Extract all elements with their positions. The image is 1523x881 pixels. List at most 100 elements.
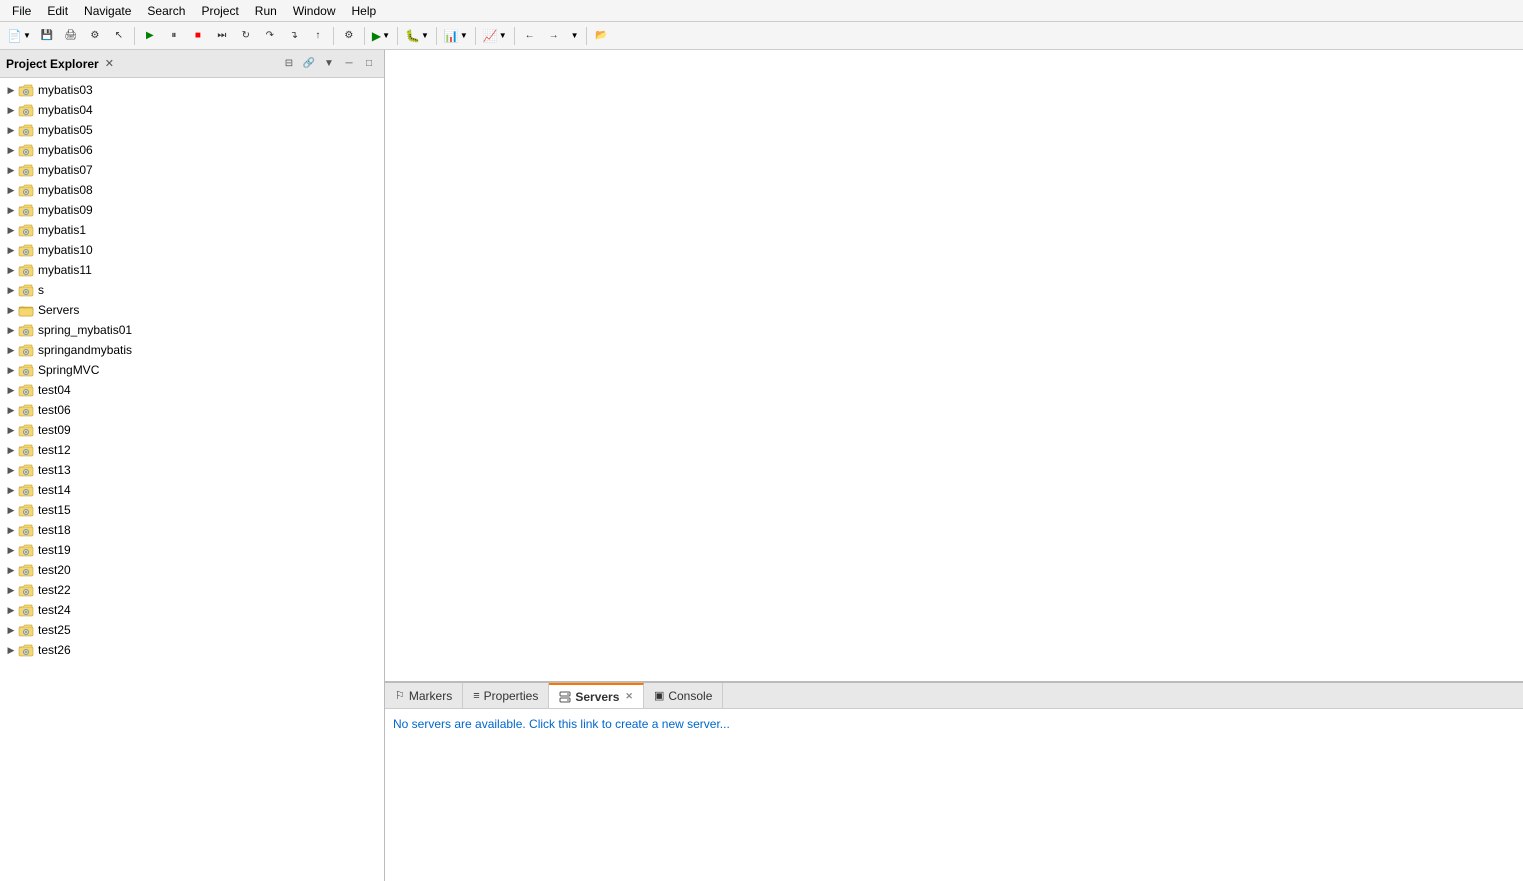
tree-item-test04[interactable]: ▶ test04 xyxy=(0,380,384,400)
tree-item-test18[interactable]: ▶ test18 xyxy=(0,520,384,540)
tree-item-test20[interactable]: ▶ test20 xyxy=(0,560,384,580)
tree-item-label: test14 xyxy=(38,483,71,497)
tree-item-test14[interactable]: ▶ test14 xyxy=(0,480,384,500)
panel-close-button[interactable]: ✕ xyxy=(105,57,114,70)
tree-item-test13[interactable]: ▶ test13 xyxy=(0,460,384,480)
collapse-all-button[interactable]: ⊟ xyxy=(280,55,298,73)
tree-item-test06[interactable]: ▶ test06 xyxy=(0,400,384,420)
menu-edit[interactable]: Edit xyxy=(39,2,76,20)
step-into-button[interactable]: ↴ xyxy=(283,25,305,47)
cursor-tool-button[interactable]: ↖ xyxy=(108,25,130,47)
menu-window[interactable]: Window xyxy=(285,2,344,20)
servers-tab-close-button[interactable]: ✕ xyxy=(625,691,633,702)
tree-item-springandmybatis[interactable]: ▶ springandmybatis xyxy=(0,340,384,360)
tab-markers[interactable]: ⚐Markers xyxy=(385,683,463,708)
back-button[interactable]: ← xyxy=(519,25,541,47)
run-button[interactable]: ▶ xyxy=(139,25,161,47)
menu-project[interactable]: Project xyxy=(193,2,246,20)
tree-item-label: mybatis1 xyxy=(38,223,86,237)
run-config-button[interactable]: ▶ ▼ xyxy=(369,25,393,47)
tree-item-label: test19 xyxy=(38,543,71,557)
tree-item-label: Servers xyxy=(38,303,79,317)
project-icon xyxy=(18,202,34,218)
properties-button[interactable]: ⚙ xyxy=(84,25,106,47)
tab-properties[interactable]: ≡Properties xyxy=(463,683,549,708)
tree-item-mybatis03[interactable]: ▶ mybatis03 xyxy=(0,80,384,100)
project-explorer-panel: Project Explorer ✕ ⊟ 🔗 ▼ ─ □ ▶ mybatis03… xyxy=(0,50,385,881)
expand-arrow-icon: ▶ xyxy=(4,503,18,517)
tree-item-s[interactable]: ▶ s xyxy=(0,280,384,300)
profile-button[interactable]: 📈 ▼ xyxy=(480,25,510,47)
tree-item-test12[interactable]: ▶ test12 xyxy=(0,440,384,460)
pause-button[interactable]: ⏸ xyxy=(163,25,185,47)
console-tab-icon: ▣ xyxy=(654,689,664,702)
tree-item-test15[interactable]: ▶ test15 xyxy=(0,500,384,520)
tree-item-label: test13 xyxy=(38,463,71,477)
tree-item-mybatis1[interactable]: ▶ mybatis1 xyxy=(0,220,384,240)
minimize-button[interactable]: ─ xyxy=(340,55,358,73)
coverage-button[interactable]: 📊 ▼ xyxy=(441,25,471,47)
resume-button[interactable]: ↻ xyxy=(235,25,257,47)
menu-file[interactable]: File xyxy=(4,2,39,20)
tree-item-label: test06 xyxy=(38,403,71,417)
panel-title: Project Explorer xyxy=(6,57,99,71)
debug-config-button[interactable]: 🐛 ▼ xyxy=(402,25,432,47)
tree-item-mybatis07[interactable]: ▶ mybatis07 xyxy=(0,160,384,180)
expand-arrow-icon: ▶ xyxy=(4,463,18,477)
external-tools-button[interactable]: ⚙ xyxy=(338,25,360,47)
forward-button[interactable]: → xyxy=(543,25,565,47)
expand-arrow-icon: ▶ xyxy=(4,103,18,117)
maximize-button[interactable]: □ xyxy=(360,55,378,73)
profile-icon: 📈 xyxy=(483,29,498,43)
toolbar-separator-5 xyxy=(436,27,437,45)
menu-navigate[interactable]: Navigate xyxy=(76,2,139,20)
tree-item-servers-folder[interactable]: ▶ Servers xyxy=(0,300,384,320)
tab-servers[interactable]: Servers✕ xyxy=(549,683,644,708)
stop-button[interactable]: ■ xyxy=(187,25,209,47)
new-button[interactable]: 📄 ▼ xyxy=(4,25,34,47)
expand-arrow-icon: ▶ xyxy=(4,643,18,657)
nav-history-button[interactable]: ▼ xyxy=(567,25,582,47)
project-icon xyxy=(18,622,34,638)
step-return-button[interactable]: ↑ xyxy=(307,25,329,47)
project-icon xyxy=(18,122,34,138)
menu-help[interactable]: Help xyxy=(344,2,385,20)
create-server-link[interactable]: No servers are available. Click this lin… xyxy=(393,717,730,731)
skip-button[interactable]: ⏭ xyxy=(211,25,233,47)
tree-item-mybatis06[interactable]: ▶ mybatis06 xyxy=(0,140,384,160)
tree-item-label: mybatis04 xyxy=(38,103,93,117)
expand-arrow-icon: ▶ xyxy=(4,283,18,297)
tree-item-mybatis09[interactable]: ▶ mybatis09 xyxy=(0,200,384,220)
project-icon xyxy=(18,482,34,498)
tree-item-test19[interactable]: ▶ test19 xyxy=(0,540,384,560)
tree-item-test22[interactable]: ▶ test22 xyxy=(0,580,384,600)
print-button[interactable]: 🖨 xyxy=(60,25,82,47)
tree-item-label: test09 xyxy=(38,423,71,437)
tree-item-mybatis10[interactable]: ▶ mybatis10 xyxy=(0,240,384,260)
open-type-button[interactable]: 📂 xyxy=(591,25,613,47)
main-area: Project Explorer ✕ ⊟ 🔗 ▼ ─ □ ▶ mybatis03… xyxy=(0,50,1523,881)
save-button[interactable]: 💾 xyxy=(36,25,58,47)
menu-search[interactable]: Search xyxy=(139,2,193,20)
tree-item-test09[interactable]: ▶ test09 xyxy=(0,420,384,440)
tree-item-test26[interactable]: ▶ test26 xyxy=(0,640,384,660)
step-over-button[interactable]: ↷ xyxy=(259,25,281,47)
tab-console[interactable]: ▣Console xyxy=(644,683,723,708)
tree-item-SpringMVC[interactable]: ▶ SpringMVC xyxy=(0,360,384,380)
tree-item-test24[interactable]: ▶ test24 xyxy=(0,600,384,620)
right-area: ⚐Markers≡Properties Servers✕▣Console No … xyxy=(385,50,1523,881)
tree-item-test25[interactable]: ▶ test25 xyxy=(0,620,384,640)
expand-arrow-icon: ▶ xyxy=(4,363,18,377)
tree-item-mybatis08[interactable]: ▶ mybatis08 xyxy=(0,180,384,200)
menu-run[interactable]: Run xyxy=(247,2,285,20)
expand-arrow-icon: ▶ xyxy=(4,203,18,217)
run-config-icon: ▶ xyxy=(372,29,381,43)
tree-item-mybatis11[interactable]: ▶ mybatis11 xyxy=(0,260,384,280)
tree-item-spring_mybatis01[interactable]: ▶ spring_mybatis01 xyxy=(0,320,384,340)
view-menu-button[interactable]: ▼ xyxy=(320,55,338,73)
project-icon xyxy=(18,382,34,398)
tree-item-mybatis04[interactable]: ▶ mybatis04 xyxy=(0,100,384,120)
link-with-editor-button[interactable]: 🔗 xyxy=(300,55,318,73)
profile-arrow-icon: ▼ xyxy=(499,31,507,40)
tree-item-mybatis05[interactable]: ▶ mybatis05 xyxy=(0,120,384,140)
